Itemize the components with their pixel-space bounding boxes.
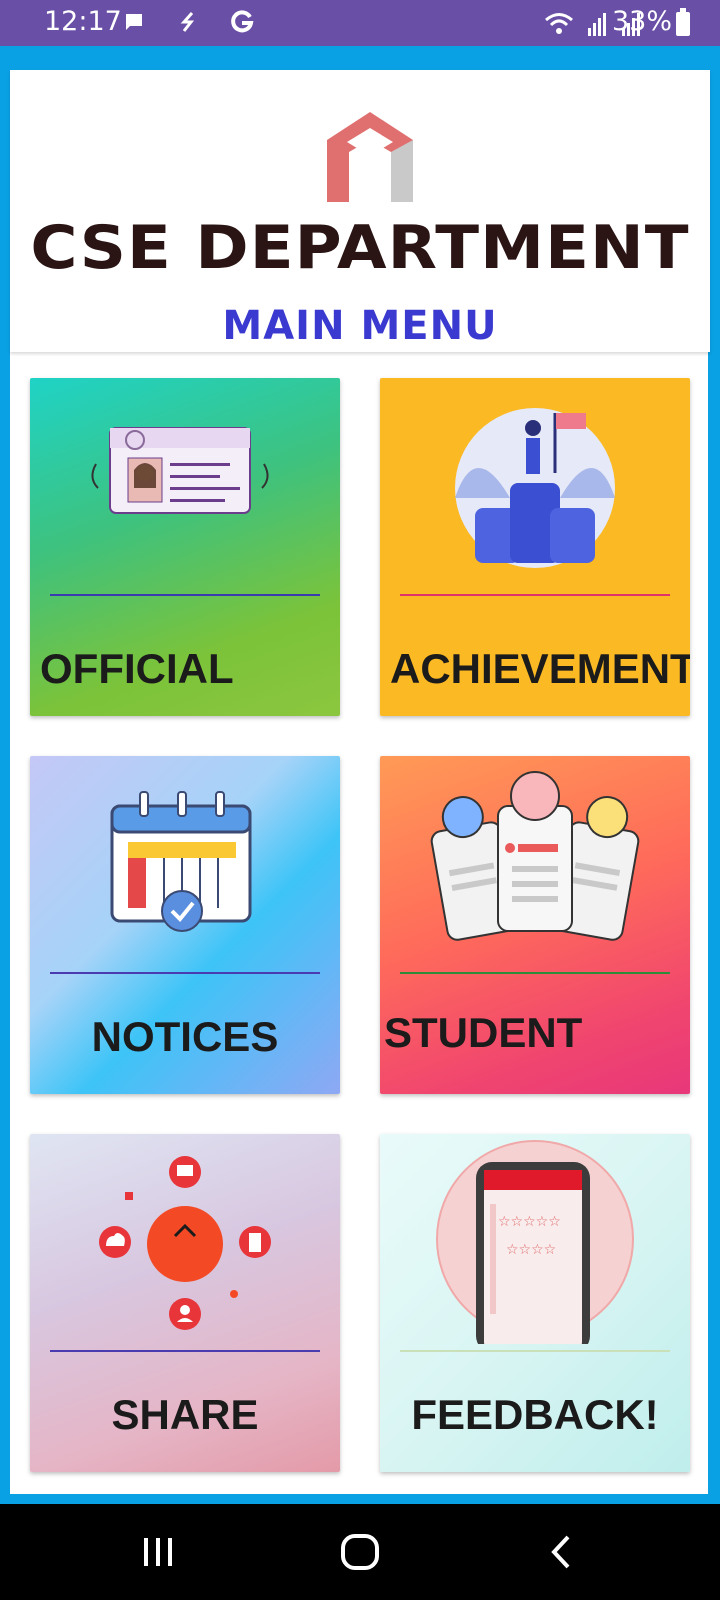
tile-student-zone[interactable]: STUDENT ZONE <box>380 756 690 1094</box>
tile-label: OFFICIAL INFO <box>40 645 233 692</box>
tile-achievement[interactable]: ACHIEVEMENT <box>380 378 690 716</box>
status-bar: 12:17 33% <box>0 0 720 46</box>
battery-icon <box>676 8 690 36</box>
signal-icon <box>588 13 608 36</box>
home-icon[interactable] <box>340 1534 380 1570</box>
svg-text:☆☆☆☆: ☆☆☆☆ <box>506 1242 556 1258</box>
header-card: CSE DEPARTMENT MAIN MENU <box>10 70 710 352</box>
tile-label: ACHIEVEMENT <box>390 645 690 692</box>
page-subtitle: MAIN MENU <box>222 303 498 349</box>
tile-label: STUDENT ZONE <box>384 1009 583 1056</box>
id-card-icon <box>91 427 269 514</box>
tile-label: NOTICES <box>91 1013 279 1060</box>
feedback-phone-icon: ☆☆☆☆☆ ☆☆☆☆ <box>436 1140 634 1344</box>
battery-percent: 33% <box>611 6 672 37</box>
student-profiles-icon <box>430 771 640 941</box>
share-icon <box>99 1156 271 1330</box>
podium-icon <box>455 408 615 568</box>
g-icon <box>231 10 254 33</box>
calendar-icon <box>110 791 252 932</box>
s-icon <box>180 12 194 32</box>
tile-official-info[interactable]: OFFICIAL INFO <box>30 378 340 716</box>
clock: 12:17 <box>44 6 122 37</box>
tile-notices[interactable]: NOTICES <box>30 756 340 1094</box>
tile-label: FEEDBACK! <box>411 1391 659 1438</box>
recents-icon[interactable] <box>140 1534 176 1570</box>
tile-feedback[interactable]: ☆☆☆☆☆ ☆☆☆☆ FEEDBACK! <box>380 1134 690 1472</box>
back-icon[interactable] <box>546 1534 576 1570</box>
svg-text:☆☆☆☆☆: ☆☆☆☆☆ <box>498 1214 561 1230</box>
department-logo <box>327 112 413 202</box>
navigation-bar <box>0 1504 720 1600</box>
wifi-icon <box>545 13 573 34</box>
tile-label: SHARE <box>111 1391 259 1438</box>
chat-icon <box>126 14 142 30</box>
tile-share[interactable]: SHARE <box>30 1134 340 1472</box>
page-title: CSE DEPARTMENT <box>30 213 690 283</box>
